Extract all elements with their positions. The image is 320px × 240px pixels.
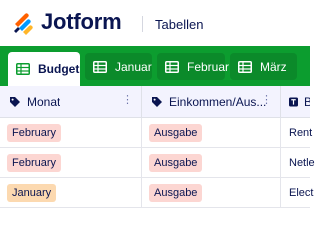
- tag-icon: [10, 96, 20, 107]
- table-row[interactable]: February Ausgabe Rent: [0, 118, 313, 148]
- tab-label: März: [260, 59, 287, 74]
- tab-januar[interactable]: Januar: [85, 53, 152, 80]
- type-badge: Ausgabe: [149, 123, 203, 142]
- column-header-monat[interactable]: Monat ⋮: [0, 86, 142, 117]
- description-text: Netle: [289, 156, 315, 169]
- column-label: Einkommen/Aus...: [169, 94, 267, 109]
- column-label: B: [304, 94, 310, 109]
- cell-description[interactable]: Elect: [281, 178, 314, 207]
- description-text: Elect: [289, 186, 314, 199]
- table-icon: [165, 60, 179, 73]
- tab-februar[interactable]: Februar: [157, 53, 229, 80]
- table-icon: [16, 63, 30, 75]
- tab-budget[interactable]: Budget ⋮: [8, 52, 95, 86]
- cell-type[interactable]: Ausgabe: [142, 178, 281, 207]
- table-row[interactable]: February Ausgabe Netle: [0, 148, 315, 178]
- tab-label: Januar: [115, 59, 152, 74]
- table-icon: [93, 60, 107, 73]
- cell-description[interactable]: Netle: [281, 148, 315, 177]
- brand-name: Jotform: [41, 9, 122, 34]
- column-menu-icon[interactable]: ⋮: [122, 95, 133, 106]
- table-header-row: Monat ⋮ Einkommen/Aus... ⋮ B: [0, 86, 310, 118]
- cell-description[interactable]: Rent: [281, 118, 313, 147]
- column-header-einkommen-ausgabe[interactable]: Einkommen/Aus... ⋮: [142, 86, 281, 117]
- column-header-description[interactable]: B: [281, 86, 310, 117]
- column-menu-icon[interactable]: ⋮: [261, 95, 272, 106]
- type-badge: Ausgabe: [149, 153, 203, 172]
- month-badge: January: [7, 183, 57, 202]
- cell-type[interactable]: Ausgabe: [142, 148, 281, 177]
- tab-label: Budget: [38, 62, 80, 76]
- cell-month[interactable]: February: [0, 148, 142, 177]
- cell-month[interactable]: February: [0, 118, 142, 147]
- data-table: Monat ⋮ Einkommen/Aus... ⋮ B February Au…: [0, 86, 315, 208]
- jotform-logo-icon: [14, 13, 33, 35]
- column-label: Monat: [27, 94, 61, 109]
- tab-maerz[interactable]: März: [230, 53, 297, 80]
- app-header: Jotform Tabellen: [0, 0, 310, 46]
- month-badge: February: [7, 153, 62, 172]
- product-title: Tabellen: [155, 17, 204, 32]
- cell-month[interactable]: January: [0, 178, 142, 207]
- sheet-tab-bar: Budget ⋮ Januar Februar März: [0, 46, 310, 86]
- tag-icon: [152, 96, 162, 107]
- type-badge: Ausgabe: [149, 183, 203, 202]
- table-row[interactable]: January Ausgabe Elect: [0, 178, 314, 208]
- cell-type[interactable]: Ausgabe: [142, 118, 281, 147]
- table-icon: [238, 60, 252, 73]
- header-divider: [142, 16, 143, 32]
- month-badge: February: [7, 123, 62, 142]
- description-text: Rent: [289, 126, 313, 139]
- text-icon: [289, 97, 298, 106]
- tab-label: Februar: [187, 59, 230, 74]
